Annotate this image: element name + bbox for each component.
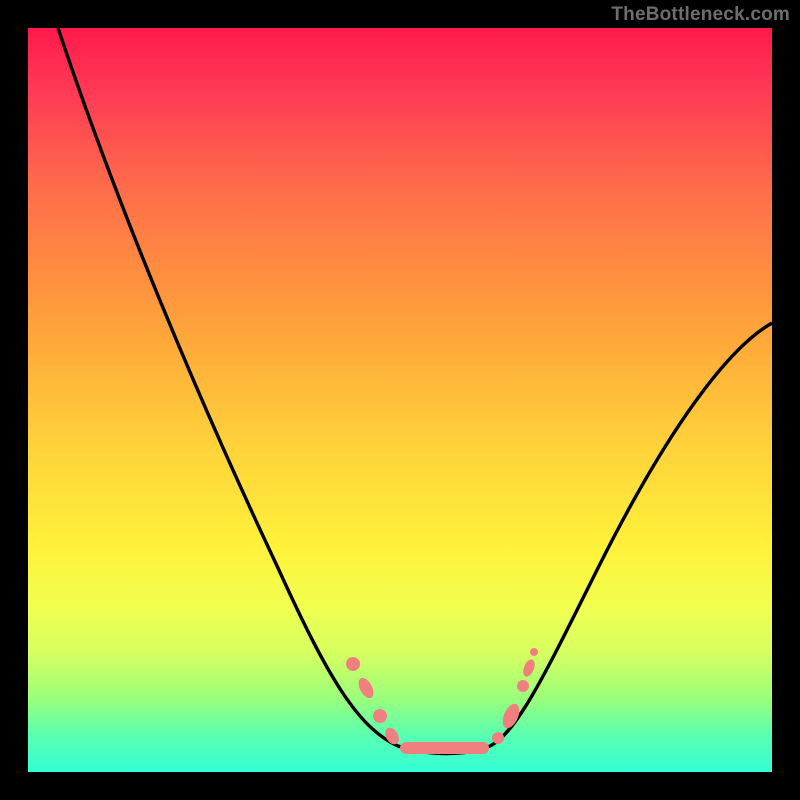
bead (356, 675, 377, 700)
bead (530, 648, 538, 656)
bead (382, 725, 401, 747)
bead (346, 657, 360, 671)
bead (373, 709, 387, 723)
plot-area (28, 28, 772, 772)
watermark-text: TheBottleneck.com (611, 4, 790, 26)
curve-svg (28, 28, 772, 772)
bottleneck-curve (58, 28, 772, 754)
bead (492, 732, 504, 744)
bead (517, 680, 529, 692)
bead (521, 658, 537, 678)
chart-frame: TheBottleneck.com (0, 0, 800, 800)
